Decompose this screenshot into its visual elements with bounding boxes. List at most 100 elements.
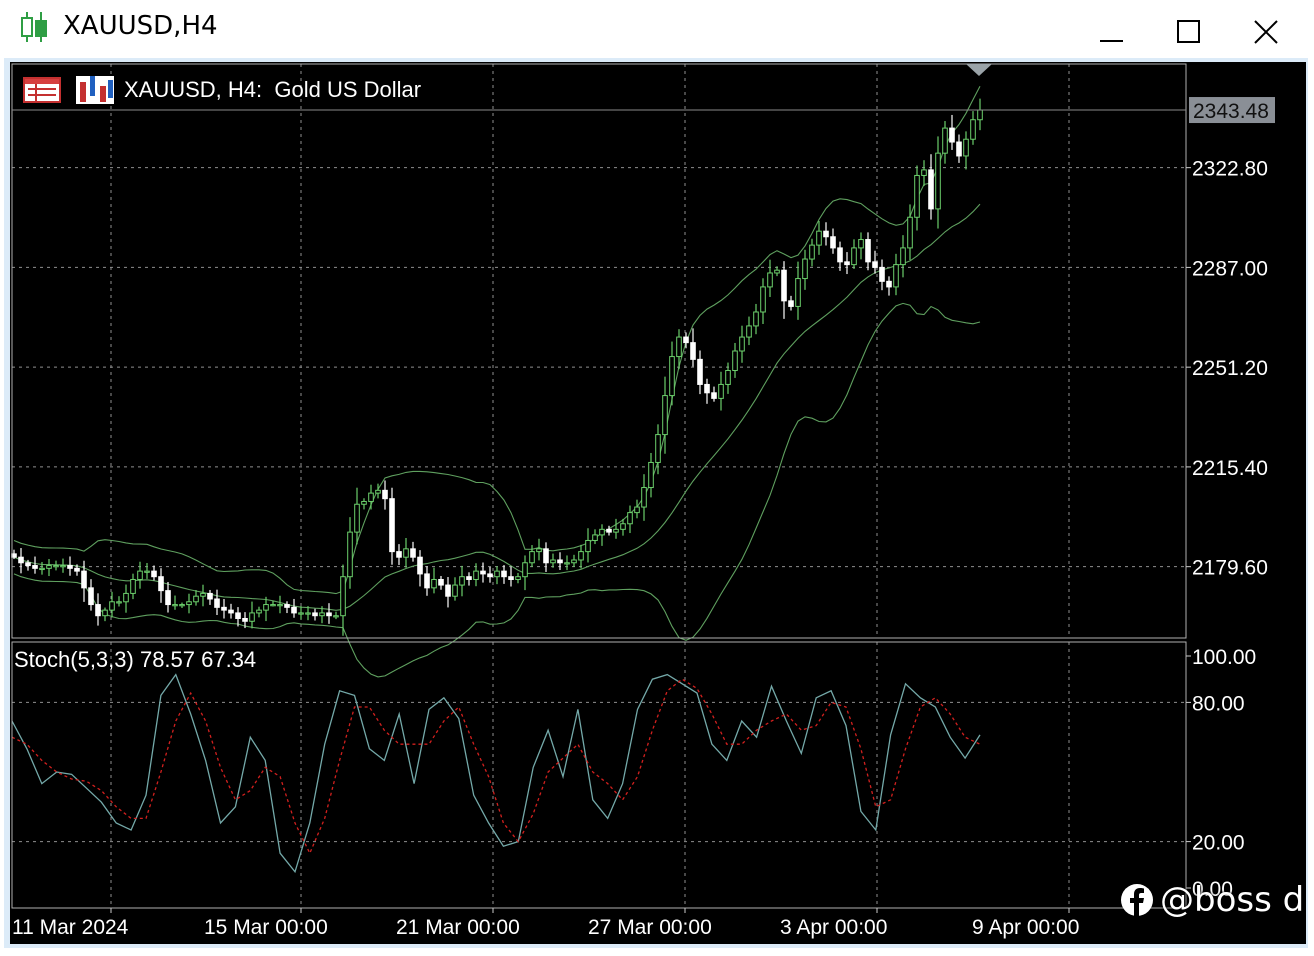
candle — [767, 272, 773, 288]
candle — [242, 617, 248, 622]
candle — [732, 350, 738, 372]
candle — [137, 570, 143, 580]
candle — [753, 311, 759, 327]
y-tick-label: 2251.20 — [1192, 357, 1268, 380]
y-tick-label: 80.00 — [1192, 692, 1245, 715]
candle — [207, 592, 213, 600]
candle — [144, 570, 150, 573]
x-tick-label: 21 Mar 00:00 — [396, 916, 520, 939]
candle — [123, 592, 129, 603]
bar-chart-icon[interactable] — [76, 76, 114, 104]
candle — [725, 370, 731, 385]
candle — [298, 612, 304, 615]
y-tick-label: 100.00 — [1192, 646, 1256, 669]
candle — [627, 512, 633, 525]
candle — [158, 576, 164, 592]
candle — [270, 604, 276, 607]
candle — [263, 604, 269, 611]
candle — [963, 138, 969, 157]
y-tick-label: 2179.60 — [1192, 557, 1268, 580]
candle — [214, 598, 220, 608]
candle — [746, 325, 752, 338]
candle — [459, 576, 465, 586]
candle — [95, 604, 101, 617]
candle — [907, 216, 913, 249]
candle — [585, 539, 591, 553]
table-icon[interactable] — [23, 77, 61, 103]
candle — [865, 239, 871, 263]
candle — [942, 127, 948, 154]
candle — [200, 592, 206, 597]
stochastic-pane-frame — [11, 641, 1187, 909]
candle — [172, 604, 178, 607]
candle — [613, 528, 619, 533]
candle — [347, 531, 353, 578]
candle — [256, 609, 262, 614]
watermark: @boss d — [1120, 880, 1304, 920]
candle — [151, 570, 157, 578]
candle — [872, 261, 878, 268]
candle — [382, 489, 388, 500]
candle — [536, 548, 542, 553]
candle — [74, 567, 80, 572]
candle — [291, 606, 297, 614]
candle — [480, 570, 486, 575]
candle — [18, 556, 24, 564]
minimize-button[interactable] — [1092, 12, 1132, 52]
candle — [928, 169, 934, 210]
candle — [466, 576, 472, 580]
candle — [32, 565, 38, 569]
candle — [116, 601, 122, 604]
candle — [515, 576, 521, 580]
x-tick-label: 3 Apr 00:00 — [780, 916, 887, 939]
candle — [130, 578, 136, 594]
chart[interactable]: 2322.80 2287.00 2251.20 2215.40 2179.60 100.0… — [10, 62, 1306, 944]
candle — [452, 584, 458, 597]
candle — [417, 556, 423, 575]
maximize-button[interactable] — [1168, 12, 1208, 52]
candle — [704, 383, 710, 394]
candle — [711, 392, 717, 399]
candle — [914, 174, 920, 218]
x-tick-label: 15 Mar 00:00 — [204, 916, 328, 939]
candle — [53, 565, 59, 568]
candle — [592, 534, 598, 541]
candle — [354, 503, 360, 533]
candle — [802, 258, 808, 280]
chart-header: XAUUSD, H4: Gold US Dollar — [23, 76, 421, 104]
chart-shift-marker — [966, 64, 992, 76]
candle — [88, 587, 94, 606]
candle — [662, 395, 668, 436]
grid — [12, 64, 1186, 908]
candle — [697, 358, 703, 385]
band-lower — [13, 302, 981, 678]
candle — [578, 551, 584, 561]
candle — [340, 576, 346, 617]
candle — [186, 601, 192, 606]
candle — [46, 565, 52, 569]
y-tick-label: 20.00 — [1192, 832, 1245, 855]
candle — [438, 578, 444, 586]
candle — [774, 269, 780, 274]
candlestick-chart-icon — [21, 12, 47, 42]
candle — [165, 590, 171, 606]
y-tick-label: 2215.40 — [1192, 457, 1268, 480]
candle — [25, 562, 31, 567]
candle — [550, 559, 556, 564]
candle — [312, 612, 318, 617]
candle — [445, 584, 451, 597]
candle — [718, 383, 724, 399]
candle — [571, 559, 577, 564]
candle — [326, 612, 332, 617]
close-button[interactable] — [1246, 12, 1286, 52]
candle — [690, 342, 696, 360]
candle — [599, 528, 605, 536]
stochastic-label: Stoch(5,3,3) 78.57 67.34 — [14, 647, 256, 672]
candle — [543, 548, 549, 564]
candle — [375, 489, 381, 494]
candle — [396, 551, 402, 558]
candle — [977, 109, 983, 121]
band-middle — [13, 203, 981, 611]
stoch-signal-line — [11, 678, 981, 855]
candle — [529, 551, 535, 564]
